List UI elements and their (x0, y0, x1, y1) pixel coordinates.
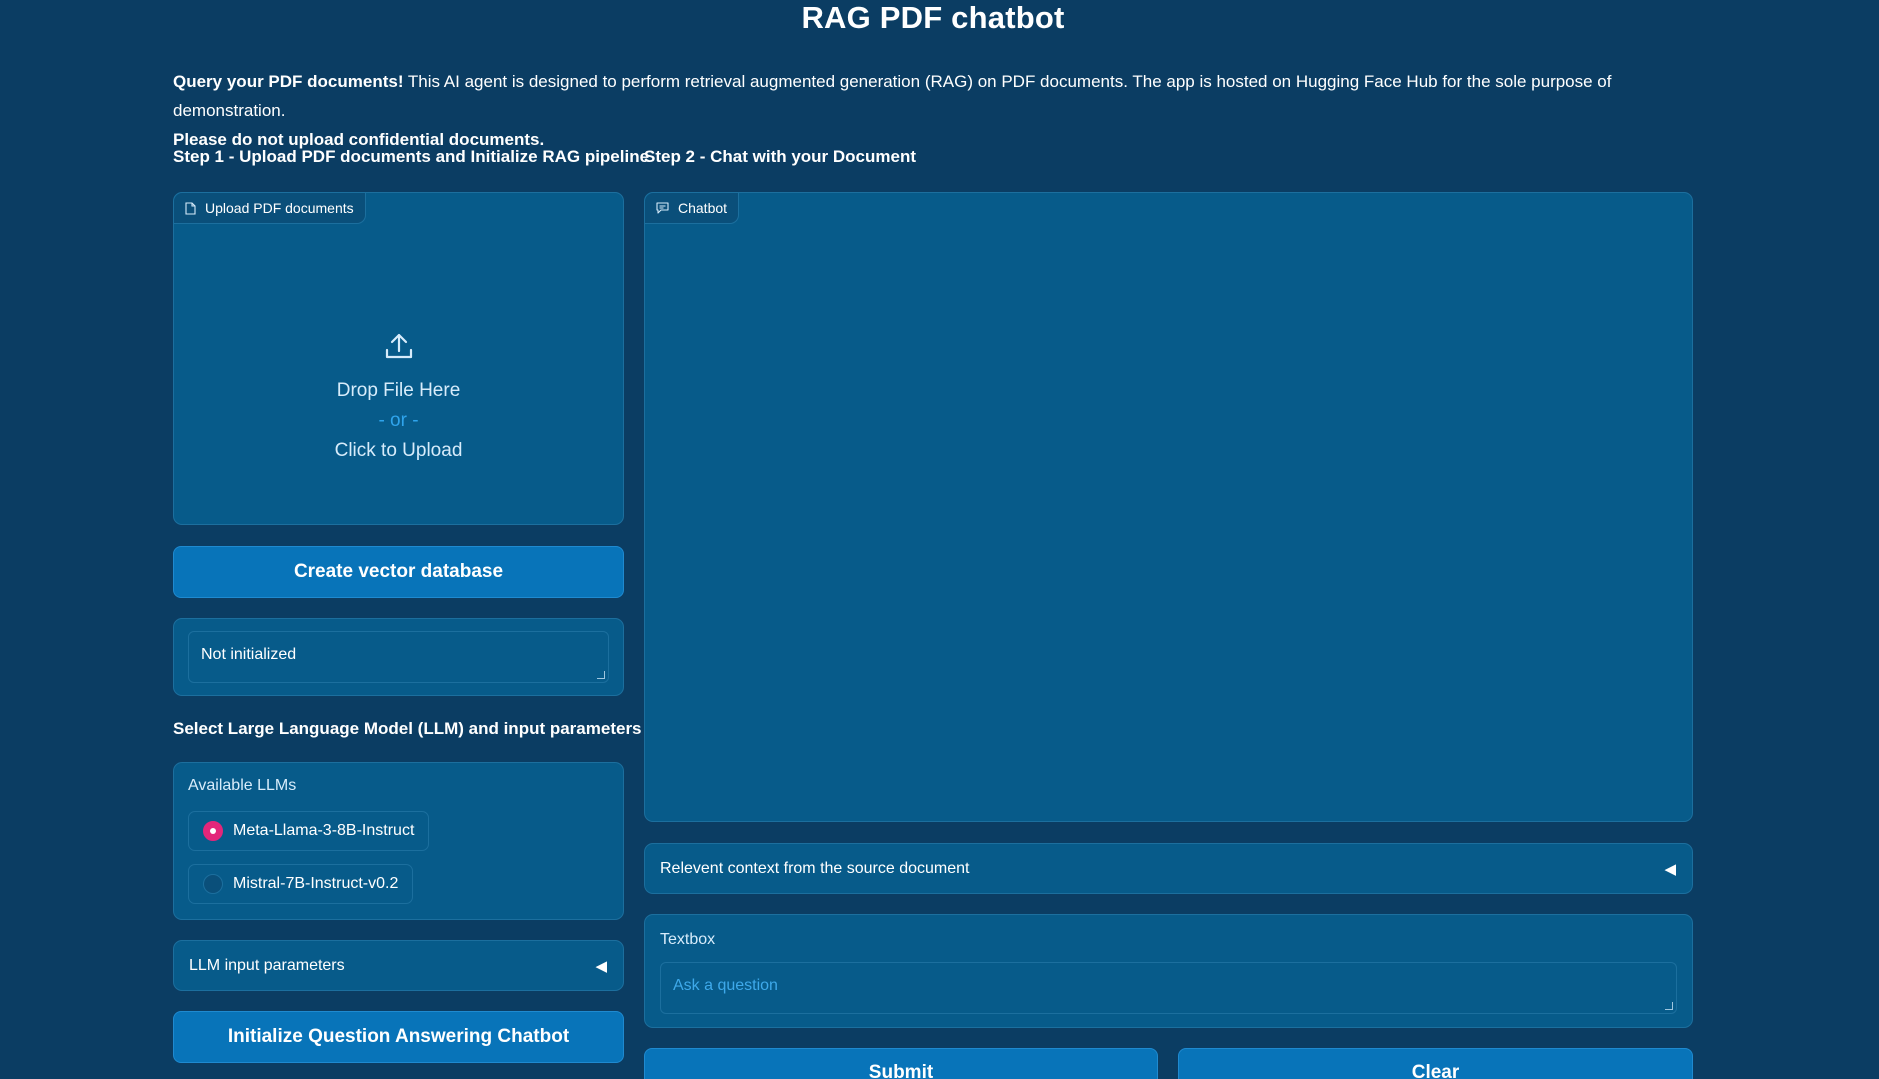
db-status-field[interactable]: Not initialized (188, 631, 609, 683)
upload-icon (384, 331, 414, 366)
intro-text: Query your PDF documents! This AI agent … (173, 67, 1693, 154)
submit-button[interactable]: Submit (644, 1048, 1158, 1079)
drop-file-text: Drop File Here (336, 380, 461, 401)
resize-handle-icon[interactable] (1665, 1002, 1673, 1010)
file-icon (185, 201, 196, 215)
step1-label: Step 1 - Upload PDF documents and Initia… (173, 147, 650, 166)
llm-params-accordion[interactable]: LLM input parameters ◀ (173, 940, 624, 991)
chat-icon (656, 202, 669, 214)
question-placeholder: Ask a question (673, 977, 778, 994)
caret-left-icon: ◀ (1664, 860, 1676, 878)
click-upload-text: Click to Upload (334, 440, 463, 461)
llm-option-mistral[interactable]: Mistral-7B-Instruct-v0.2 (188, 864, 414, 904)
llm-option-llama[interactable]: Meta-Llama-3-8B-Instruct (188, 811, 430, 851)
clear-button[interactable]: Clear (1178, 1048, 1693, 1079)
llm-radio-group: Available LLMs Meta-Llama-3-8B-Instruct … (173, 762, 624, 920)
resize-handle-icon[interactable] (597, 671, 605, 679)
db-status-value: Not initialized (201, 646, 297, 663)
caret-left-icon: ◀ (595, 957, 607, 975)
init-chatbot-button[interactable]: Initialize Question Answering Chatbot (173, 1011, 624, 1063)
radio-unchecked-icon[interactable] (203, 874, 223, 894)
upload-prompt: Drop File Here - or - Click to Upload (174, 331, 623, 466)
llm-params-label: LLM input parameters (189, 956, 345, 974)
or-separator: - or - (378, 410, 419, 431)
upload-tag: Upload PDF documents (174, 193, 366, 224)
llm-option-label: Meta-Llama-3-8B-Instruct (233, 822, 415, 839)
context-accordion[interactable]: Relevent context from the source documen… (644, 843, 1693, 894)
page-title: RAG PDF chatbot (801, 0, 1065, 35)
step2-label: Step 2 - Chat with your Document (644, 147, 917, 166)
llm-option-label: Mistral-7B-Instruct-v0.2 (233, 875, 399, 892)
upload-tag-label: Upload PDF documents (205, 200, 354, 216)
radio-checked-icon[interactable] (203, 821, 223, 841)
chatbot-tag: Chatbot (645, 193, 740, 224)
upload-dropzone[interactable]: Upload PDF documents Drop File Here - or… (173, 192, 624, 525)
llm-section-label: Select Large Language Model (LLM) and in… (173, 719, 642, 738)
textbox-label: Textbox (660, 931, 716, 948)
db-status-panel: Not initialized (173, 618, 624, 696)
app-page: RAG PDF chatbot Query your PDF documents… (0, 0, 1879, 1079)
llm-group-label: Available LLMs (188, 777, 297, 794)
chatbot-panel[interactable]: Chatbot (644, 192, 1693, 822)
intro-bold-lead: Query your PDF documents! (173, 72, 404, 91)
create-vector-db-button[interactable]: Create vector database (173, 546, 624, 598)
chatbot-tag-label: Chatbot (678, 200, 728, 216)
context-accordion-label: Relevent context from the source documen… (660, 859, 970, 877)
question-textbox-panel: Textbox Ask a question (644, 914, 1693, 1028)
question-input[interactable]: Ask a question (660, 962, 1677, 1014)
